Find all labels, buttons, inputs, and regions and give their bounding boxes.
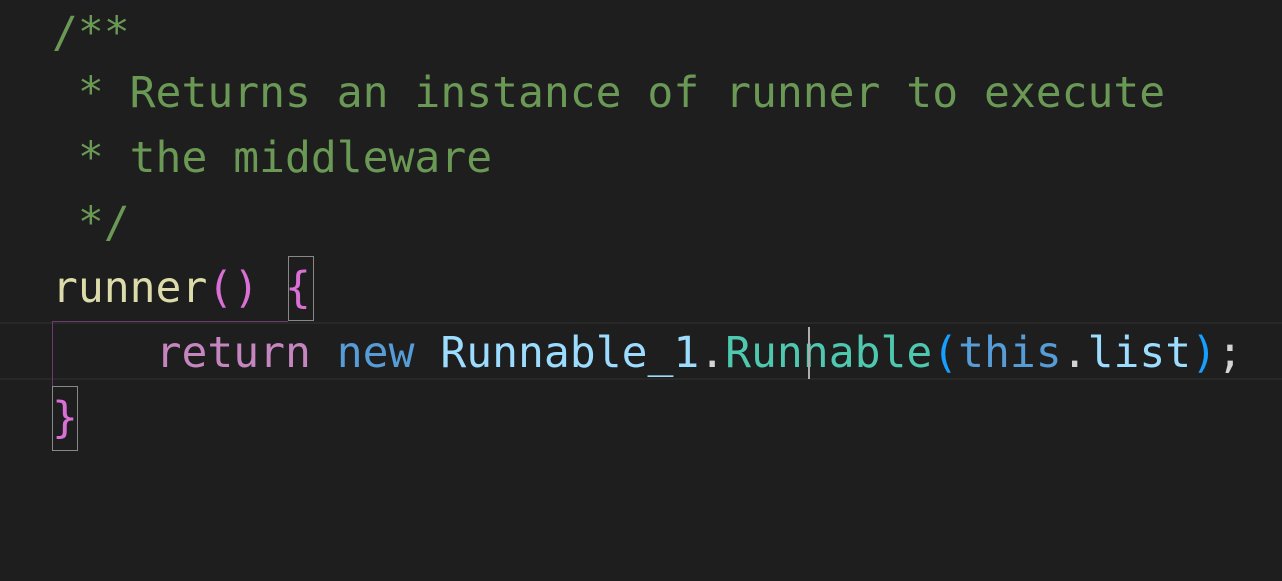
method-signature: runner() {: [52, 256, 311, 321]
code-line-6[interactable]: return new Runnable_1.Runnable(this.list…: [0, 321, 1282, 386]
code-line-1[interactable]: /**: [0, 1, 1282, 66]
code-line-2[interactable]: * Returns an instance of runner to execu…: [0, 61, 1282, 126]
semicolon: ;: [1217, 328, 1243, 378]
class-name: Runnable: [725, 328, 933, 378]
doc-comment-text: * Returns an instance of runner to execu…: [52, 68, 1166, 118]
dot: .: [699, 328, 726, 378]
new-keyword: new: [336, 328, 415, 378]
property-name: list: [1087, 328, 1192, 378]
text-cursor: [808, 327, 810, 379]
method-name: runner: [52, 263, 208, 313]
open-brace: {: [285, 263, 311, 313]
close-brace: }: [52, 393, 78, 443]
method-params: (): [207, 263, 260, 313]
code-editor[interactable]: /** * Returns an instance of runner to e…: [0, 0, 1282, 480]
paren-open: (: [932, 328, 959, 378]
doc-comment-end: */: [52, 198, 130, 248]
dot: .: [1061, 328, 1088, 378]
return-keyword: return: [155, 328, 311, 378]
return-statement: return new Runnable_1.Runnable(this.list…: [52, 321, 1243, 386]
doc-comment-text: * the middleware: [52, 133, 493, 183]
paren-close: ): [1191, 328, 1218, 378]
code-line-7[interactable]: }: [0, 386, 1282, 451]
this-keyword: this: [958, 328, 1062, 378]
doc-comment-start: /**: [52, 8, 130, 58]
code-line-5[interactable]: runner() {: [0, 256, 1282, 321]
code-line-3[interactable]: * the middleware: [0, 126, 1282, 191]
code-line-4[interactable]: */: [0, 191, 1282, 256]
module-identifier: Runnable_1: [440, 328, 700, 378]
